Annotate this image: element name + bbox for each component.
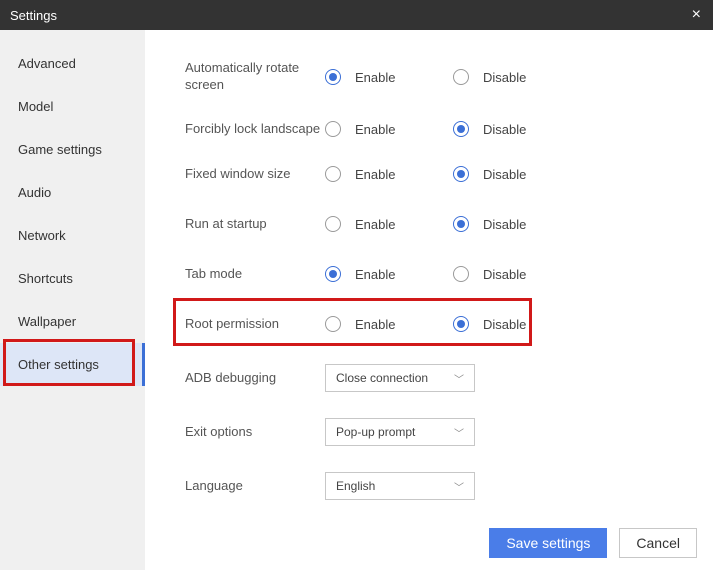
radio-group-forcibly_lock: Enable Disable	[325, 121, 527, 137]
radio-label: Enable	[355, 122, 399, 137]
radio-circle-icon	[325, 216, 341, 232]
save-button-label: Save settings	[506, 535, 590, 551]
main-panel: Automatically rotate screen Enable Disable…	[145, 30, 713, 570]
select-exit-value: Pop-up prompt	[336, 425, 415, 439]
radio-label: Enable	[355, 167, 399, 182]
select-exit-options[interactable]: Pop-up prompt ﹀	[325, 418, 475, 446]
row-tab_mode: Tab mode Enable Disable	[185, 264, 713, 284]
radio-circle-icon	[325, 316, 341, 332]
radio-group-run_startup: Enable Disable	[325, 216, 527, 232]
radio-label: Enable	[355, 70, 399, 85]
row-forcibly_lock: Forcibly lock landscape Enable Disable	[185, 112, 713, 146]
sidebar-item-shortcuts[interactable]: Shortcuts	[0, 257, 145, 300]
row-auto_rotate: Automatically rotate screen Enable Disable	[185, 60, 713, 94]
select-adb-value: Close connection	[336, 371, 428, 385]
radio-group-tab_mode: Enable Disable	[325, 266, 527, 282]
select-adb-debugging[interactable]: Close connection ﹀	[325, 364, 475, 392]
radio-label: Enable	[355, 267, 399, 282]
row-language: Language English ﹀	[185, 472, 713, 500]
chevron-down-icon: ﹀	[454, 425, 464, 440]
radio-tab_mode-enable[interactable]: Enable	[325, 266, 399, 282]
sidebar-item-label: Model	[18, 99, 53, 114]
sidebar-item-label: Network	[18, 228, 66, 243]
sidebar-item-game-settings[interactable]: Game settings	[0, 128, 145, 171]
label-fixed_window: Fixed window size	[185, 166, 325, 183]
save-button[interactable]: Save settings	[489, 528, 607, 558]
cancel-button-label: Cancel	[636, 535, 680, 551]
sidebar-item-model[interactable]: Model	[0, 85, 145, 128]
label-root_permission: Root permission	[185, 316, 325, 333]
sidebar-item-label: Shortcuts	[18, 271, 73, 286]
label-auto_rotate: Automatically rotate screen	[185, 60, 325, 94]
radio-forcibly_lock-enable[interactable]: Enable	[325, 121, 399, 137]
label-forcibly_lock: Forcibly lock landscape	[185, 121, 325, 138]
radio-label: Disable	[483, 217, 527, 232]
radio-circle-icon	[453, 166, 469, 182]
radio-label: Disable	[483, 167, 527, 182]
radio-fixed_window-disable[interactable]: Disable	[453, 166, 527, 182]
radio-group-root_permission: Enable Disable	[325, 316, 527, 332]
radio-tab_mode-disable[interactable]: Disable	[453, 266, 527, 282]
label-adb-debugging: ADB debugging	[185, 370, 325, 387]
radio-label: Disable	[483, 122, 527, 137]
row-root_permission: Root permission Enable Disable	[185, 314, 713, 334]
sidebar: Advanced Model Game settings Audio Network Sh…	[0, 30, 145, 570]
radio-root_permission-enable[interactable]: Enable	[325, 316, 399, 332]
radio-run_startup-enable[interactable]: Enable	[325, 216, 399, 232]
radio-label: Enable	[355, 317, 399, 332]
cancel-button[interactable]: Cancel	[619, 528, 697, 558]
row-run_startup: Run at startup Enable Disable	[185, 214, 713, 234]
label-tab_mode: Tab mode	[185, 266, 325, 283]
radio-label: Enable	[355, 217, 399, 232]
label-language: Language	[185, 478, 325, 495]
label-run_startup: Run at startup	[185, 216, 325, 233]
close-icon[interactable]: ×	[690, 6, 703, 24]
radio-circle-icon	[453, 69, 469, 85]
sidebar-item-other-settings[interactable]: Other settings	[0, 343, 145, 386]
select-language[interactable]: English ﹀	[325, 472, 475, 500]
footer: Save settings Cancel	[489, 528, 697, 558]
radio-label: Disable	[483, 317, 527, 332]
titlebar: Settings ×	[0, 0, 713, 30]
radio-circle-icon	[325, 121, 341, 137]
radio-fixed_window-enable[interactable]: Enable	[325, 166, 399, 182]
radio-circle-icon	[453, 266, 469, 282]
radio-label: Disable	[483, 70, 527, 85]
radio-label: Disable	[483, 267, 527, 282]
sidebar-item-wallpaper[interactable]: Wallpaper	[0, 300, 145, 343]
sidebar-item-advanced[interactable]: Advanced	[0, 42, 145, 85]
sidebar-item-label: Other settings	[18, 357, 99, 372]
label-exit-options: Exit options	[185, 424, 325, 441]
radio-auto_rotate-enable[interactable]: Enable	[325, 69, 399, 85]
chevron-down-icon: ﹀	[454, 371, 464, 386]
row-exit-options: Exit options Pop-up prompt ﹀	[185, 418, 713, 446]
row-fixed_window: Fixed window size Enable Disable	[185, 164, 713, 184]
radio-forcibly_lock-disable[interactable]: Disable	[453, 121, 527, 137]
row-adb-debugging: ADB debugging Close connection ﹀	[185, 364, 713, 392]
sidebar-item-network[interactable]: Network	[0, 214, 145, 257]
radio-group-auto_rotate: Enable Disable	[325, 69, 527, 85]
sidebar-item-label: Audio	[18, 185, 51, 200]
radio-circle-icon	[453, 121, 469, 137]
sidebar-item-label: Game settings	[18, 142, 102, 157]
radio-circle-icon	[325, 166, 341, 182]
sidebar-item-label: Advanced	[18, 56, 76, 71]
radio-circle-icon	[453, 316, 469, 332]
window-title: Settings	[10, 8, 57, 23]
sidebar-item-label: Wallpaper	[18, 314, 76, 329]
radio-root_permission-disable[interactable]: Disable	[453, 316, 527, 332]
radio-circle-icon	[453, 216, 469, 232]
radio-group-fixed_window: Enable Disable	[325, 166, 527, 182]
chevron-down-icon: ﹀	[454, 479, 464, 494]
radio-run_startup-disable[interactable]: Disable	[453, 216, 527, 232]
sidebar-item-audio[interactable]: Audio	[0, 171, 145, 214]
radio-auto_rotate-disable[interactable]: Disable	[453, 69, 527, 85]
select-language-value: English	[336, 479, 375, 493]
radio-circle-icon	[325, 266, 341, 282]
radio-circle-icon	[325, 69, 341, 85]
